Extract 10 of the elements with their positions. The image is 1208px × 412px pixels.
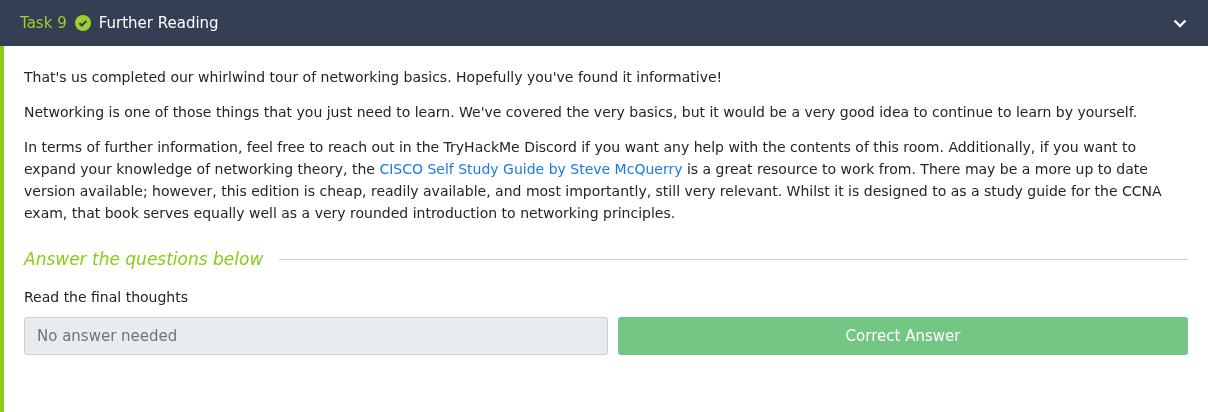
chevron-icon[interactable] <box>1173 18 1187 28</box>
paragraph: In terms of further information, feel free to reach out in the TryHackMe Discord if you want any help with the contents of this room. Additionally, if you want to expand your knowledge of networking theory, the CISCO Self Study Guide by Steve McQuerry is a great resource to work from. There may be a more up to date version available; however, this edition is cheap, readily available, and most importantly, still very relevant. Whilst it is designed to as a study guide for the CCNA exam, that book serves equally well as a very rounded introduction to networking principles. <box>24 138 1163 223</box>
task-title: Further Reading <box>98 14 220 32</box>
book-link[interactable]: CISCO Self Study Guide by Steve McQuerry <box>379 161 683 177</box>
paragraph: Networking is one of those things that you just need to learn. We've covered the very basics, but it would be a very good idea to continue to learn by yourself. <box>24 103 1139 122</box>
question-text: Read the final thoughts <box>24 289 189 305</box>
section-heading: Answer the questions below <box>24 249 264 269</box>
paragraph: That's us completed our whirlwind tour of networking basics. Hopefully you've found it informative! <box>24 68 724 87</box>
task-label: Task 9 <box>20 14 67 32</box>
task-header[interactable]: Task 9 Further Reading <box>0 0 1208 46</box>
